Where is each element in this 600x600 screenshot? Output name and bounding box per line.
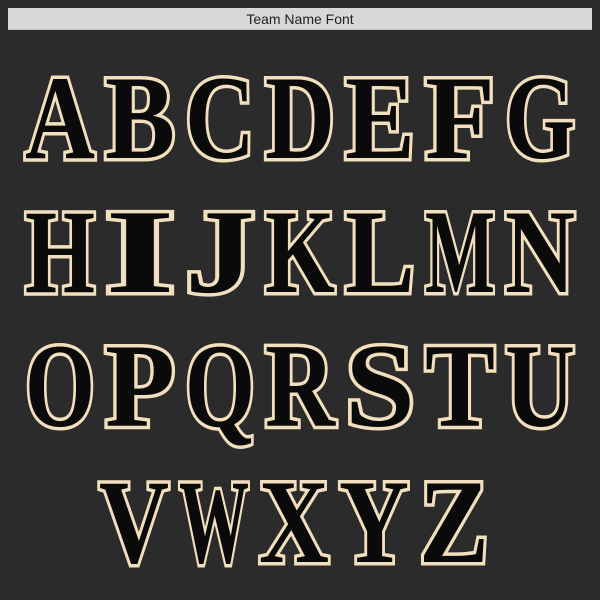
letter-t: T	[425, 319, 495, 452]
letter-u: U	[505, 319, 575, 452]
letter-n: N	[505, 185, 575, 318]
letter-x: X	[259, 455, 329, 588]
alphabet-glyphs: A B C D E F G H I J K L M N O P Q R S T U V W X Y Z	[22, 48, 579, 592]
letter-g: G	[505, 51, 575, 184]
letter-e: E	[345, 51, 415, 184]
alphabet-grid: ABCDEFG HIJKLMN OPQRSTU VWXYZ	[0, 0, 600, 600]
letter-r: R	[265, 319, 336, 452]
letter-j: J	[185, 185, 255, 318]
letter-o: O	[25, 319, 95, 452]
letter-f: F	[425, 51, 495, 184]
font-preview-canvas: Team Name Font ABCDEFGHIJKLMNOPQRSTUVWXY…	[0, 0, 600, 600]
letter-v: V	[99, 455, 169, 588]
letter-a: A	[25, 51, 95, 184]
letter-d: D	[265, 51, 335, 184]
letter-l: L	[345, 185, 415, 318]
letter-z: Z	[419, 455, 489, 588]
letter-q: Q	[185, 319, 255, 452]
letter-h: H	[25, 185, 95, 318]
letter-i: I	[105, 185, 175, 318]
letter-c: C	[185, 51, 255, 184]
letter-y: Y	[339, 455, 409, 588]
letter-b: B	[105, 51, 175, 184]
letter-m: M	[425, 185, 495, 318]
letter-w: W	[179, 455, 249, 588]
letter-p: P	[105, 319, 175, 452]
letter-s: S	[345, 319, 415, 452]
letter-k: K	[265, 185, 335, 318]
